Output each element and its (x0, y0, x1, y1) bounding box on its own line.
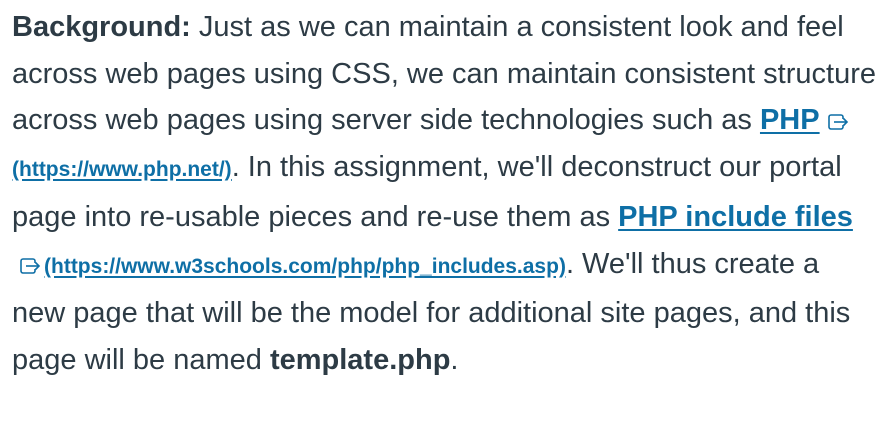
template-filename: template.php (269, 343, 451, 376)
external-link-icon (827, 114, 850, 131)
php-include-files-link-url: (https://www.w3schools.com/php/php_inclu… (44, 254, 566, 278)
external-link-icon (20, 257, 42, 274)
background-paragraph: Background: Just as we can maintain a co… (12, 4, 878, 384)
assignment-content: Background: Just as we can maintain a co… (0, 0, 896, 384)
php-link-url: (https://www.php.net/) (12, 158, 232, 182)
paragraph-text-4: . (450, 343, 459, 376)
php-link-label: PHP (759, 104, 820, 137)
background-label: Background: (12, 11, 191, 43)
php-include-files-link-label: PHP include files (618, 200, 853, 233)
